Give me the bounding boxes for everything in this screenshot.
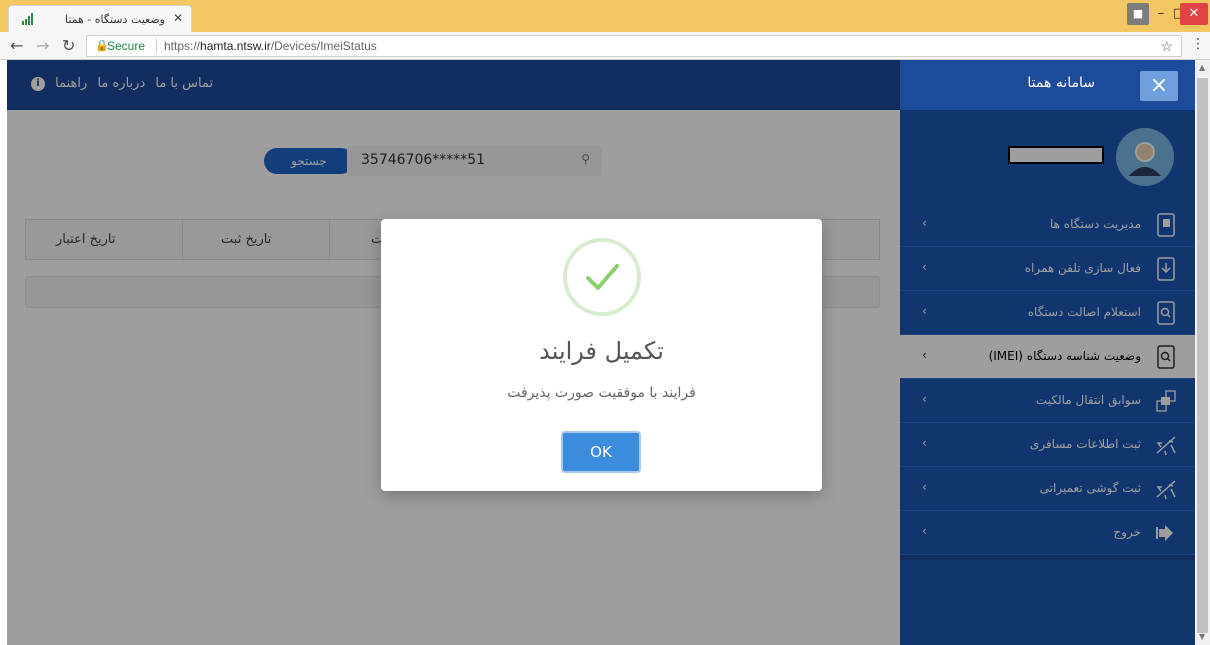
window-close-icon[interactable]: ✕	[1180, 3, 1208, 25]
tab-title: وضعیت دستگاه - همتا	[65, 13, 165, 26]
site-favicon-icon	[22, 13, 33, 25]
browser-tab-bar: وضعیت دستگاه - همتا ✕ ■ – □ ✕	[0, 0, 1210, 32]
url-text: https://hamta.ntsw.ir/Devices/ImeiStatus	[164, 39, 377, 53]
browser-tab[interactable]: وضعیت دستگاه - همتا ✕	[8, 5, 192, 32]
user-profile-icon[interactable]: ■	[1127, 3, 1149, 25]
bookmark-star-icon[interactable]: ☆	[1160, 36, 1173, 56]
modal-backdrop-top	[7, 60, 900, 110]
sidebar-close-icon[interactable]: ×	[1140, 71, 1178, 101]
dialog-message: فرایند با موفقیت صورت پذیرفت	[507, 385, 696, 401]
brand-title: سامانه همتا	[1027, 75, 1095, 91]
success-check-icon	[563, 238, 641, 316]
reload-icon[interactable]: ↻	[62, 36, 75, 55]
secure-label: Secure	[107, 39, 146, 53]
omnibox-divider	[156, 39, 157, 53]
browser-menu-icon[interactable]: ⋮	[1191, 36, 1205, 52]
tab-close-icon[interactable]: ✕	[173, 11, 183, 25]
sidebar-brand: سامانه همتا ×	[900, 60, 1195, 110]
dialog-title: تکمیل فرایند	[539, 337, 664, 365]
scroll-thumb[interactable]	[1197, 78, 1208, 633]
page-scrollbar[interactable]: ▲ ▼	[1195, 60, 1210, 645]
scroll-down-icon[interactable]: ▼	[1199, 632, 1205, 641]
url-input[interactable]: 🔒 Secure https://hamta.ntsw.ir/Devices/I…	[86, 35, 1182, 57]
ok-button[interactable]: OK	[561, 431, 641, 473]
scroll-up-icon[interactable]: ▲	[1199, 63, 1205, 72]
back-arrow-icon[interactable]: ←	[10, 36, 23, 55]
success-dialog: تکمیل فرایند فرایند با موفقیت صورت پذیرف…	[381, 219, 822, 491]
forward-arrow-icon[interactable]: →	[36, 36, 49, 55]
address-bar: ← → ↻ 🔒 Secure https://hamta.ntsw.ir/Dev…	[0, 32, 1210, 60]
